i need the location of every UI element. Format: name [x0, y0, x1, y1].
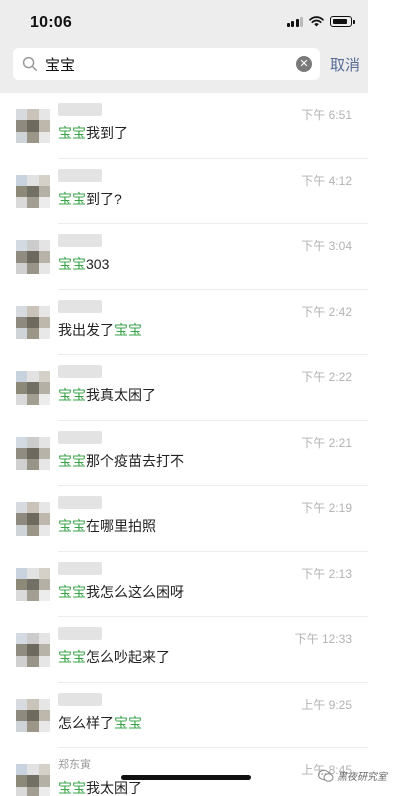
message-snippet: 宝宝在哪里拍照 — [58, 516, 156, 536]
avatar — [16, 240, 50, 274]
avatar — [16, 436, 50, 471]
avatar — [16, 698, 50, 733]
contact-name-blurred — [58, 692, 102, 706]
contact-name: 郑东寅 — [58, 759, 91, 771]
snippet-text: 我太困了 — [86, 780, 142, 796]
search-result-row[interactable]: 下午 2:21 宝宝那个疫苗去打不 — [0, 420, 368, 486]
contact-name-blurred — [58, 168, 102, 182]
status-time: 10:06 — [30, 14, 72, 31]
keyword-highlight: 宝宝 — [114, 321, 142, 338]
snippet-text: 在哪里拍照 — [86, 518, 156, 534]
message-snippet: 宝宝怎么吵起来了 — [58, 647, 170, 667]
watermark: 黑夜研究室 — [318, 768, 387, 783]
message-time: 上午 9:25 — [301, 697, 352, 712]
snippet-text: 303 — [86, 256, 110, 272]
keyword-highlight: 宝宝 — [58, 649, 86, 665]
contact-name-blurred — [58, 365, 102, 378]
message-snippet: 宝宝我到了 — [58, 123, 128, 143]
contact-name-blurred — [58, 103, 102, 116]
message-snippet: 宝宝我太困了 — [58, 778, 142, 796]
keyword-highlight: 宝宝 — [58, 387, 86, 403]
message-time: 下午 2:21 — [301, 435, 352, 450]
search-result-row[interactable]: 下午 2:22 宝宝我真太困了 — [0, 355, 368, 421]
keyword-highlight: 宝宝 — [58, 780, 86, 796]
snippet-text: 我到了 — [86, 125, 128, 141]
search-input[interactable] — [45, 48, 285, 80]
message-time: 下午 2:42 — [301, 304, 352, 319]
message-time: 下午 4:12 — [301, 173, 352, 188]
avatar — [16, 305, 50, 340]
message-time: 下午 2:13 — [301, 566, 352, 581]
phone-screen: 10:06 ✕ 取消 下午 6:51宝宝我到了下午 4:12宝宝到了?下午 — [0, 0, 368, 796]
avatar — [16, 567, 50, 602]
contact-name-blurred — [58, 496, 102, 509]
cellular-signal-icon — [286, 16, 303, 27]
search-result-row[interactable]: 下午 4:12 宝宝到了? — [0, 158, 368, 224]
message-snippet: 宝宝那个疫苗去打不 — [58, 451, 184, 471]
search-result-row[interactable]: 下午 3:04 宝宝303 — [0, 224, 368, 290]
status-icons — [286, 16, 355, 27]
search-header: 10:06 ✕ 取消 — [0, 0, 368, 93]
search-result-row[interactable]: 下午 6:51 宝宝我到了 — [0, 93, 368, 159]
snippet-text: 那个疫苗去打不 — [86, 452, 184, 469]
avatar — [16, 502, 50, 536]
battery-icon — [330, 16, 355, 27]
keyword-highlight: 宝宝 — [58, 256, 86, 272]
cancel-button[interactable]: 取消 — [330, 54, 360, 75]
message-snippet: 怎么样了宝宝 — [58, 713, 142, 733]
avatar — [16, 633, 50, 667]
keyword-highlight: 宝宝 — [58, 518, 86, 534]
contact-name-blurred — [58, 561, 102, 575]
watermark-text: 黑夜研究室 — [337, 772, 387, 783]
home-indicator[interactable] — [121, 775, 251, 780]
contact-name-blurred — [58, 430, 102, 444]
snippet-text: 我真太困了 — [86, 387, 156, 403]
search-result-row[interactable]: 下午 2:42 我出发了宝宝 — [0, 289, 368, 355]
keyword-highlight: 宝宝 — [114, 714, 142, 731]
snippet-text: 到了? — [86, 190, 122, 207]
search-result-row[interactable]: 郑东寅 上午 8:45 宝宝我太困了 — [0, 748, 368, 796]
search-result-row[interactable]: 上午 9:25 怎么样了宝宝 — [0, 682, 368, 748]
message-snippet: 我出发了宝宝 — [58, 320, 142, 340]
avatar — [16, 109, 50, 143]
clear-circle-icon: ✕ — [299, 58, 309, 70]
contact-name-blurred — [58, 299, 102, 313]
contact-name-blurred — [58, 234, 102, 247]
contact-name-blurred — [58, 627, 102, 640]
avatar — [16, 764, 50, 796]
message-snippet: 宝宝我怎么这么困呀 — [58, 582, 184, 602]
search-result-row[interactable]: 下午 12:33 宝宝怎么吵起来了 — [0, 617, 368, 683]
message-time: 下午 2:19 — [301, 501, 352, 515]
search-icon — [22, 56, 37, 71]
avatar — [16, 174, 50, 209]
search-result-row[interactable]: 下午 2:19 宝宝在哪里拍照 — [0, 486, 368, 552]
snippet-text: 怎么吵起来了 — [86, 649, 170, 665]
message-snippet: 宝宝303 — [58, 254, 109, 274]
snippet-text: 我怎么这么困呀 — [86, 583, 184, 600]
keyword-highlight: 宝宝 — [58, 452, 86, 469]
search-result-row[interactable]: 下午 2:13 宝宝我怎么这么困呀 — [0, 551, 368, 617]
message-time: 下午 12:33 — [294, 632, 352, 646]
wechat-official-account-icon — [318, 769, 334, 782]
clear-search-button[interactable]: ✕ — [296, 56, 312, 72]
keyword-highlight: 宝宝 — [58, 583, 86, 600]
message-time: 下午 6:51 — [301, 108, 352, 122]
keyword-highlight: 宝宝 — [58, 190, 86, 207]
snippet-text: 怎么样了 — [58, 714, 114, 731]
avatar — [16, 371, 50, 405]
snippet-text: 我出发了 — [58, 321, 114, 338]
message-time: 下午 3:04 — [301, 239, 352, 253]
message-time: 下午 2:22 — [301, 370, 352, 384]
keyword-highlight: 宝宝 — [58, 125, 86, 141]
message-snippet: 宝宝到了? — [58, 189, 122, 209]
message-snippet: 宝宝我真太困了 — [58, 385, 156, 405]
search-box[interactable]: ✕ — [13, 48, 320, 80]
search-results-list: 下午 6:51 宝宝我到了 下午 4:12 宝宝到了? 下午 3:04 宝宝303 下午 2… — [0, 93, 368, 796]
wifi-icon — [309, 16, 324, 27]
